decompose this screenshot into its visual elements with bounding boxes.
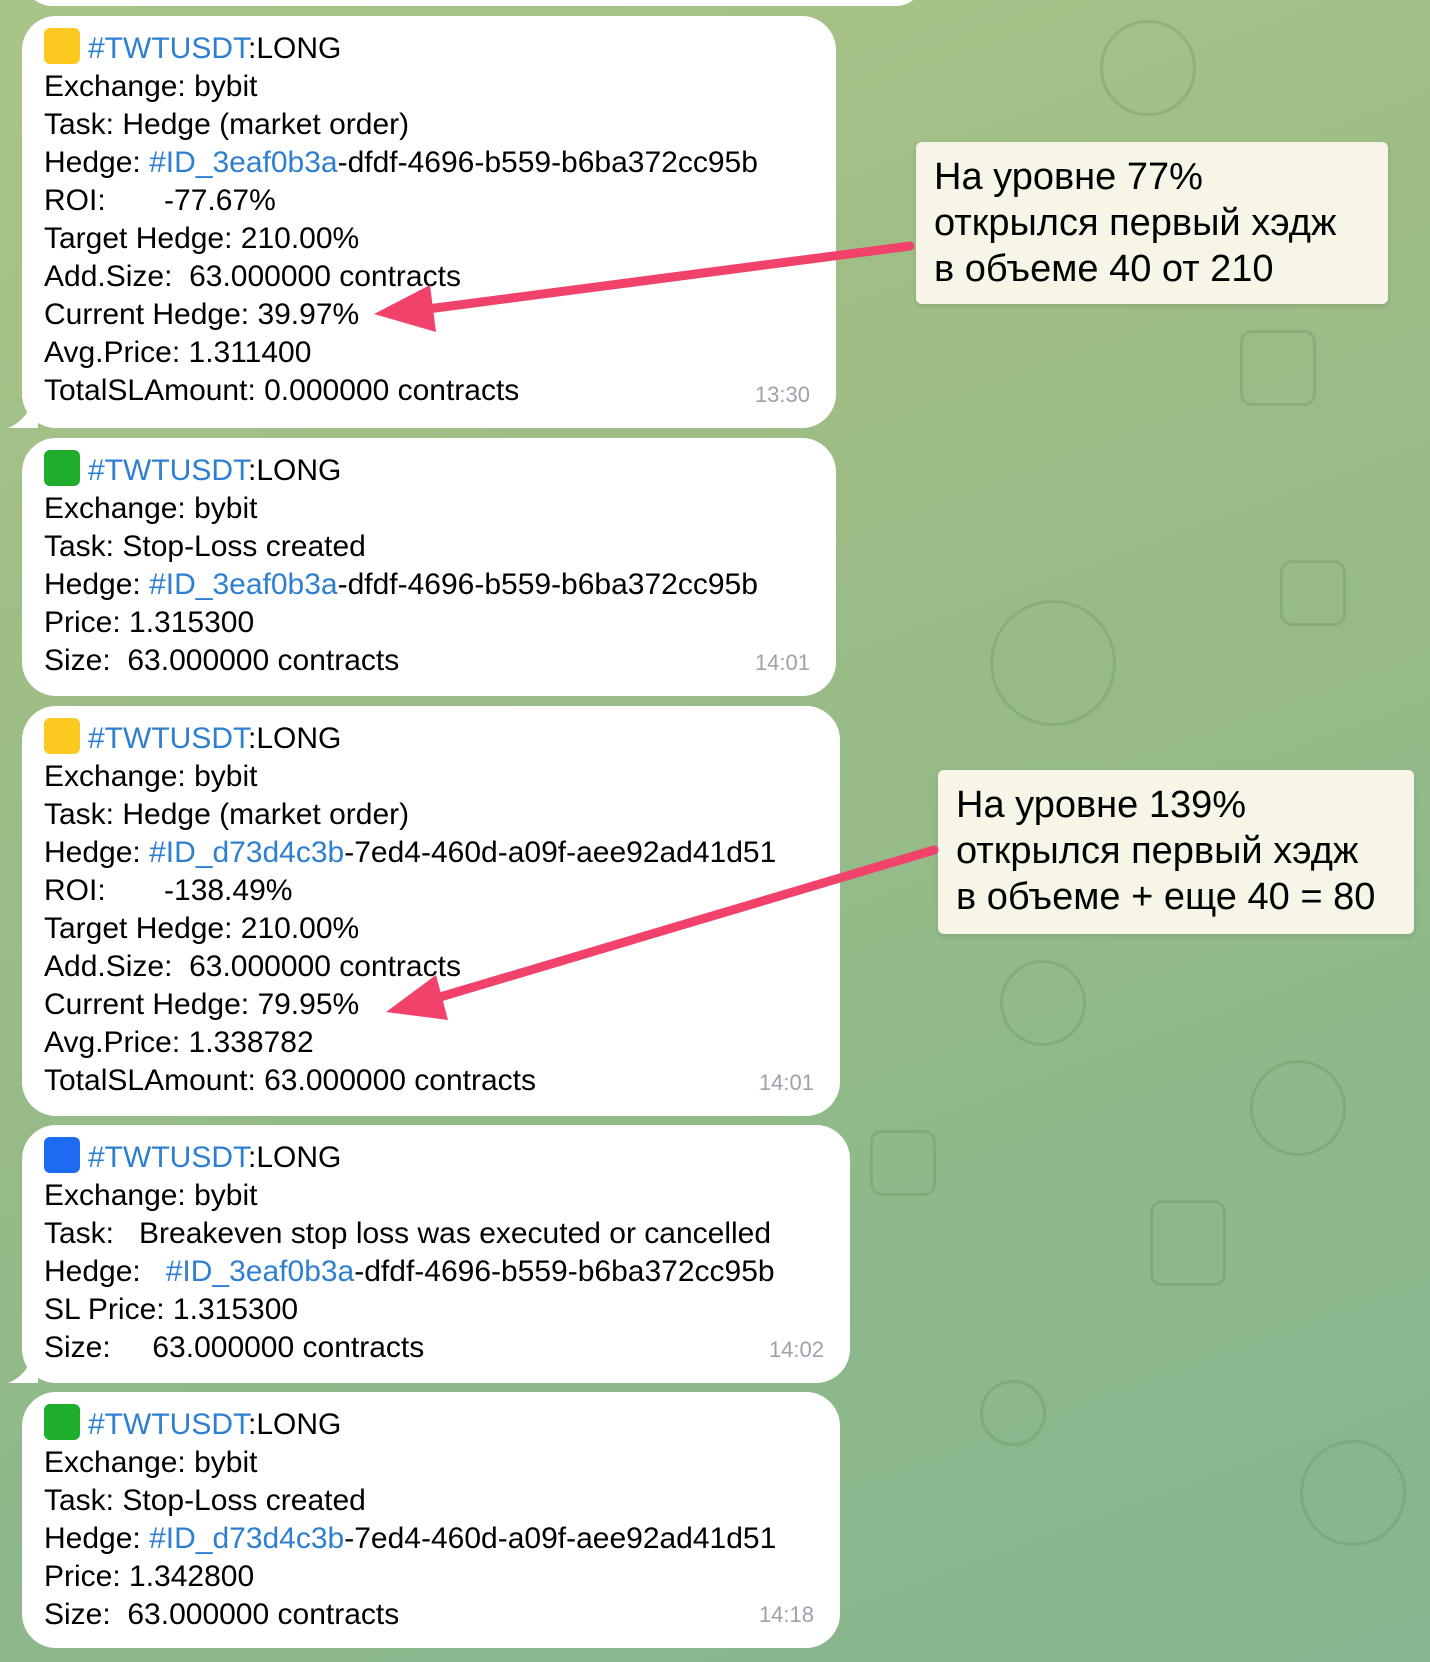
message-line: Exchange: bybit (44, 760, 258, 793)
message-line: Price: 1.315300 (44, 606, 255, 639)
message-line: ROI: -77.67% (44, 184, 276, 217)
position-side: :LONG (248, 1408, 342, 1441)
message-line: Current Hedge: 79.95% (44, 988, 360, 1021)
background-doodle (1000, 960, 1086, 1046)
hedge-id-link[interactable]: #ID_d73d4c3b (149, 836, 344, 869)
message-line: Avg.Price: 1.311400 (44, 336, 312, 369)
message-line: Exchange: bybit (44, 70, 258, 103)
annotation-note: На уровне 77% открылся первый хэдж в объ… (916, 142, 1388, 304)
annotation-line: в объеме 40 от 210 (934, 248, 1274, 290)
background-doodle (980, 1380, 1046, 1446)
message-line: Avg.Price: 1.338782 (44, 1026, 314, 1059)
message-timestamp: 14:01 (754, 650, 810, 675)
position-side: :LONG (248, 722, 342, 755)
message-bubble[interactable]: #TWTUSDT:LONG Exchange: bybit Task: Stop-L… (22, 1392, 840, 1648)
blue-square-icon (44, 1137, 80, 1173)
yellow-square-icon (44, 28, 80, 64)
message-line: Task: Stop-Loss created (44, 530, 366, 563)
message-line: TotalSLAmount: 0.000000 contracts (44, 374, 520, 407)
message-line: Task: Hedge (market order) (44, 108, 410, 141)
hedge-line: Hedge: #ID_3eaf0b3a-dfdf-4696-b559-b6ba3… (44, 1253, 828, 1291)
message-header: #TWTUSDT:LONG (44, 450, 814, 490)
hashtag-link[interactable]: #TWTUSDT (88, 1408, 248, 1441)
yellow-square-icon (44, 718, 80, 754)
position-side: :LONG (248, 454, 342, 487)
message-timestamp: 13:30 (754, 382, 810, 407)
message-line: Size: 63.000000 contracts (44, 644, 400, 677)
background-doodle (1280, 560, 1346, 626)
background-doodle (870, 1130, 936, 1196)
hedge-id-rest: -dfdf-4696-b559-b6ba372cc95b (337, 568, 758, 601)
hedge-line: Hedge: #ID_3eaf0b3a-dfdf-4696-b559-b6ba3… (44, 144, 814, 182)
background-doodle (990, 600, 1116, 726)
message-header: #TWTUSDT:LONG (44, 1137, 828, 1177)
message-bubble[interactable]: #TWTUSDT:LONG Exchange: bybit Task: Hedge … (22, 706, 840, 1116)
message-bubble[interactable]: #TWTUSDT:LONG Exchange: bybit Task: Breake… (22, 1125, 850, 1383)
annotation-line: открылся первый хэдж (956, 830, 1359, 872)
previous-message-bubble[interactable] (24, 0, 924, 6)
green-square-icon (44, 450, 80, 486)
hashtag-link[interactable]: #TWTUSDT (88, 1141, 248, 1174)
hedge-line: Hedge: #ID_d73d4c3b-7ed4-460d-a09f-aee92… (44, 1520, 818, 1558)
hedge-label: Hedge: (44, 836, 150, 869)
hedge-id-rest: -7ed4-460d-a09f-aee92ad41d51 (344, 836, 777, 869)
message-line: SL Price: 1.315300 (44, 1293, 299, 1326)
message-line: Exchange: bybit (44, 1179, 258, 1212)
bubble-tail (8, 398, 38, 428)
bubble-tail (8, 1353, 38, 1383)
hashtag-link[interactable]: #TWTUSDT (88, 454, 248, 487)
message-line: Target Hedge: 210.00% (44, 912, 360, 945)
annotation-line: На уровне 139% (956, 784, 1247, 826)
background-doodle (1300, 1440, 1406, 1546)
hedge-id-link[interactable]: #ID_3eaf0b3a (149, 568, 338, 601)
message-line: Task: Stop-Loss created (44, 1484, 366, 1517)
hedge-id-rest: -dfdf-4696-b559-b6ba372cc95b (354, 1255, 775, 1288)
annotation-line: в объеме + еще 40 = 80 (956, 876, 1376, 918)
background-doodle (1150, 1200, 1226, 1286)
message-line: Task: Breakeven stop loss was executed o… (44, 1217, 772, 1250)
message-line: ROI: -138.49% (44, 874, 293, 907)
green-square-icon (44, 1404, 80, 1440)
hedge-line: Hedge: #ID_3eaf0b3a-dfdf-4696-b559-b6ba3… (44, 566, 814, 604)
message-timestamp: 14:01 (758, 1070, 814, 1095)
message-line: Target Hedge: 210.00% (44, 222, 360, 255)
message-line: Add.Size: 63.000000 contracts (44, 950, 461, 983)
hedge-id-link[interactable]: #ID_3eaf0b3a (149, 146, 338, 179)
background-doodle (1250, 1060, 1346, 1156)
message-line: Current Hedge: 39.97% (44, 298, 360, 331)
message-line: Exchange: bybit (44, 492, 258, 525)
hashtag-link[interactable]: #TWTUSDT (88, 722, 248, 755)
hedge-label: Hedge: (44, 146, 150, 179)
hedge-line: Hedge: #ID_d73d4c3b-7ed4-460d-a09f-aee92… (44, 834, 818, 872)
position-side: :LONG (248, 1141, 342, 1174)
message-line: TotalSLAmount: 63.000000 contracts (44, 1064, 536, 1097)
message-line: Task: Hedge (market order) (44, 798, 410, 831)
hedge-id-rest: -dfdf-4696-b559-b6ba372cc95b (337, 146, 758, 179)
message-header: #TWTUSDT:LONG (44, 28, 814, 68)
message-header: #TWTUSDT:LONG (44, 718, 818, 758)
annotation-line: На уровне 77% (934, 156, 1203, 198)
message-bubble[interactable]: #TWTUSDT:LONG Exchange: bybit Task: Hedge … (22, 16, 836, 428)
message-line: Add.Size: 63.000000 contracts (44, 260, 461, 293)
hedge-id-link[interactable]: #ID_d73d4c3b (149, 1522, 344, 1555)
hedge-id-link[interactable]: #ID_3eaf0b3a (166, 1255, 355, 1288)
message-bubble[interactable]: #TWTUSDT:LONG Exchange: bybit Task: Stop-L… (22, 438, 836, 696)
message-line: Size: 63.000000 contracts (44, 1331, 425, 1364)
hashtag-link[interactable]: #TWTUSDT (88, 32, 248, 65)
annotation-note: На уровне 139% открылся первый хэдж в об… (938, 770, 1414, 934)
background-doodle (1240, 330, 1316, 406)
hedge-label: Hedge: (44, 1255, 166, 1288)
hedge-label: Hedge: (44, 1522, 150, 1555)
message-timestamp: 14:02 (768, 1337, 824, 1362)
hedge-id-rest: -7ed4-460d-a09f-aee92ad41d51 (344, 1522, 777, 1555)
background-doodle (1100, 20, 1196, 116)
position-side: :LONG (248, 32, 342, 65)
message-line: Exchange: bybit (44, 1446, 258, 1479)
message-header: #TWTUSDT:LONG (44, 1404, 818, 1444)
annotation-line: открылся первый хэдж (934, 202, 1337, 244)
message-line: Price: 1.342800 (44, 1560, 255, 1593)
hedge-label: Hedge: (44, 568, 150, 601)
message-line: Size: 63.000000 contracts (44, 1598, 400, 1631)
message-timestamp: 14:18 (758, 1602, 814, 1627)
